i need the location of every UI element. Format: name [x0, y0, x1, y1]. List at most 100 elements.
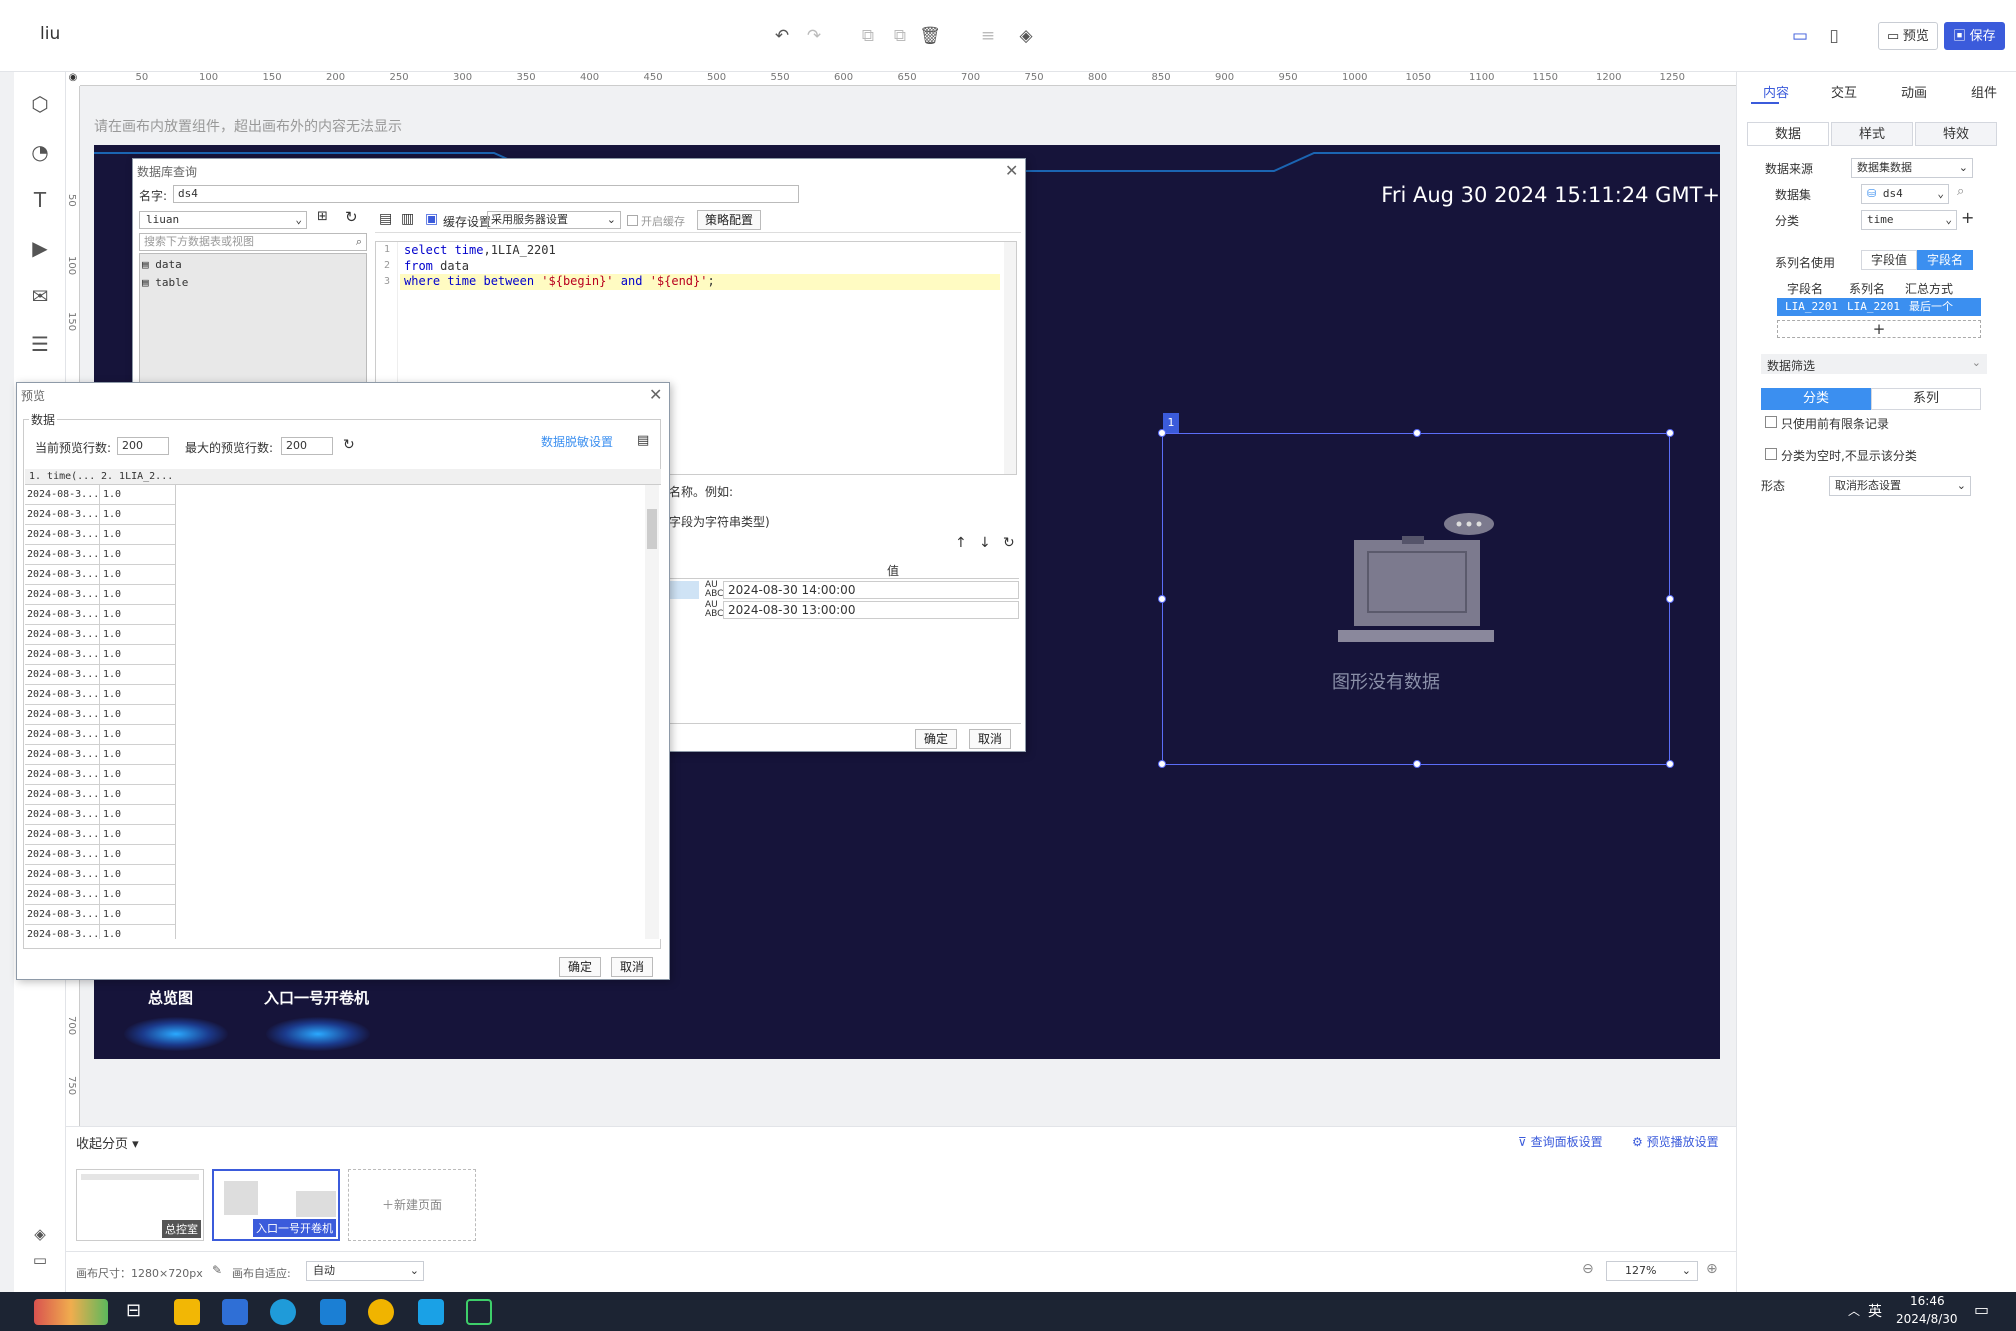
resize-handle[interactable] [1158, 760, 1166, 768]
canvas-adapt-select[interactable]: 自动 ⌄ [306, 1261, 424, 1281]
query-panel-settings-link[interactable]: ⊽ 查询面板设置 [1518, 1133, 1603, 1150]
field-table-row[interactable]: LIA_2201 LIA_2201 最后一个 [1777, 298, 1981, 316]
refresh-icon[interactable]: ↻ [1003, 535, 1015, 551]
strategy-config-button[interactable]: 策略配置 [697, 210, 761, 230]
app-icon[interactable] [368, 1299, 394, 1325]
resize-handle[interactable] [1666, 595, 1674, 603]
notification-icon[interactable]: ▭ [1974, 1300, 1989, 1319]
add-icon[interactable]: + [1961, 208, 1974, 227]
table-row[interactable]: 2024-08-3... 1.0 [25, 605, 175, 625]
scrollbar[interactable] [645, 485, 659, 939]
max-rows-input[interactable]: 200 [281, 437, 333, 455]
layers-icon[interactable]: ◈ [26, 1220, 54, 1248]
export-icon[interactable]: ▤ [637, 433, 649, 448]
media-icon[interactable]: ▶ [26, 234, 54, 262]
edge-browser-icon[interactable] [270, 1299, 296, 1325]
scrollbar-thumb[interactable] [647, 509, 657, 549]
filter-tab-category[interactable]: 分类 [1761, 388, 1871, 410]
layer-icon[interactable]: ◈ [1014, 24, 1038, 48]
table-icon[interactable]: ☰ [26, 330, 54, 358]
zoom-select[interactable]: 127% ⌄ [1606, 1261, 1698, 1281]
close-icon[interactable]: ✕ [649, 385, 662, 404]
preview-play-settings-link[interactable]: ⚙ 预览播放设置 [1632, 1133, 1719, 1150]
table-row[interactable]: 2024-08-3... 1.0 [25, 545, 175, 565]
tab-component[interactable]: 组件 [1971, 82, 1997, 101]
file-explorer-icon[interactable] [174, 1299, 200, 1325]
param-row[interactable]: AU ABC 2024-08-30 14:00:00 [669, 581, 1019, 599]
table-row[interactable]: 2024-08-3... 1.0 [25, 585, 175, 605]
table-row[interactable]: 2024-08-3... 1.0 [25, 825, 175, 845]
scrollbar[interactable] [1004, 242, 1016, 474]
page-thumbnail-active[interactable]: 入口一号开卷机 [212, 1169, 340, 1241]
zoom-out-icon[interactable]: ⊖ [1582, 1261, 1594, 1277]
clock-time[interactable]: 16:46 [1910, 1294, 1945, 1308]
param-row[interactable]: AU ABC 2024-08-30 13:00:00 [669, 601, 1019, 619]
close-icon[interactable]: ✕ [1005, 161, 1018, 180]
checkbox-limit-records[interactable] [1765, 416, 1777, 428]
table-row[interactable]: 2024-08-3... 1.0 [25, 905, 175, 925]
table-row[interactable]: 2024-08-3... 1.0 [25, 705, 175, 725]
edit-connection-icon[interactable]: ⊞ [317, 209, 328, 224]
current-rows-input[interactable]: 200 [117, 437, 169, 455]
search-icon[interactable]: ⌕ [1957, 184, 1964, 199]
resize-handle[interactable] [1666, 760, 1674, 768]
table-row[interactable]: 2024-08-3... 1.0 [25, 745, 175, 765]
name-input[interactable]: ds4 [173, 185, 799, 203]
mascot-icon[interactable] [34, 1299, 108, 1325]
collapse-pages-button[interactable]: 收起分页 ▾ [76, 1133, 139, 1152]
copy-icon[interactable]: ⧉ [856, 24, 880, 48]
inbox-icon[interactable]: ✉ [26, 282, 54, 310]
nav-overview[interactable]: 总览图 [148, 987, 193, 1008]
table-search-input[interactable]: 搜索下方数据表或视图 ⌕ [139, 233, 367, 251]
series-option-field-name[interactable]: 字段名 [1917, 250, 1973, 270]
mobile-icon[interactable]: ▯ [1822, 24, 1846, 48]
table-row[interactable]: 2024-08-3... 1.0 [25, 685, 175, 705]
nav-entrance-uncoiler[interactable]: 入口一号开卷机 [264, 987, 369, 1008]
table-row[interactable]: 2024-08-3... 1.0 [25, 485, 175, 505]
table-row[interactable]: 2024-08-3... 1.0 [25, 845, 175, 865]
category-select[interactable]: time ⌄ [1861, 210, 1957, 230]
chart-pie-icon[interactable]: ◔ [26, 138, 54, 166]
table-row[interactable]: 2024-08-3... 1.0 [25, 565, 175, 585]
align-icon[interactable]: ≡ [976, 24, 1000, 48]
filter-section-header[interactable]: 数据筛选 ⌄ [1761, 354, 1987, 374]
table-row[interactable]: 2024-08-3... 1.0 [25, 785, 175, 805]
filter-tab-series[interactable]: 系列 [1871, 388, 1981, 410]
undo-icon[interactable]: ↶ [770, 24, 794, 48]
table-row[interactable]: 2024-08-3... 1.0 [25, 625, 175, 645]
resize-handle[interactable] [1413, 760, 1421, 768]
redo-icon[interactable]: ↷ [802, 24, 826, 48]
col-header[interactable]: 2. 1LIA_2... [101, 471, 173, 482]
table-row[interactable]: 2024-08-3... 1.0 [25, 765, 175, 785]
mail-icon[interactable] [320, 1299, 346, 1325]
table-row[interactable]: 2024-08-3... 1.0 [25, 865, 175, 885]
clock-date[interactable]: 2024/8/30 [1896, 1312, 1958, 1326]
add-field-button[interactable]: + [1777, 320, 1981, 338]
subtab-data[interactable]: 数据 [1747, 122, 1829, 146]
tab-content[interactable]: 内容 [1763, 82, 1789, 101]
list-item[interactable]: ▤ data [142, 258, 182, 271]
refresh-icon[interactable]: ↻ [343, 437, 355, 453]
col-header[interactable]: 1. time(... [29, 471, 95, 482]
new-page-button[interactable]: ＋新建页面 [348, 1169, 476, 1241]
subtab-effects[interactable]: 特效 [1915, 122, 1997, 146]
page-thumbnail[interactable]: 总控室 [76, 1169, 204, 1241]
paste-icon[interactable]: ⧉ [888, 24, 912, 48]
table-row[interactable]: 2024-08-3... 1.0 [25, 805, 175, 825]
list-item[interactable]: ▤ table [142, 276, 188, 289]
tab-interaction[interactable]: 交互 [1831, 82, 1857, 101]
edit-icon[interactable]: ✎ [212, 1263, 222, 1277]
text-icon[interactable]: T [26, 186, 54, 214]
table-row[interactable]: 2024-08-3... 1.0 [25, 665, 175, 685]
resize-handle[interactable] [1158, 595, 1166, 603]
table-row[interactable]: 2024-08-3... 1.0 [25, 725, 175, 745]
ok-button[interactable]: 确定 [915, 729, 957, 749]
save-button[interactable]: ▣ 保存 [1944, 22, 2005, 50]
ime-indicator[interactable]: 英 [1868, 1301, 1882, 1321]
table-row[interactable]: 2024-08-3... 1.0 [25, 885, 175, 905]
table-row[interactable]: 2024-08-3... 1.0 [25, 505, 175, 525]
store-icon[interactable] [222, 1299, 248, 1325]
checkbox-hide-empty[interactable] [1765, 448, 1777, 460]
delete-icon[interactable]: 🗑 [918, 24, 942, 48]
subtab-style[interactable]: 样式 [1831, 122, 1913, 146]
